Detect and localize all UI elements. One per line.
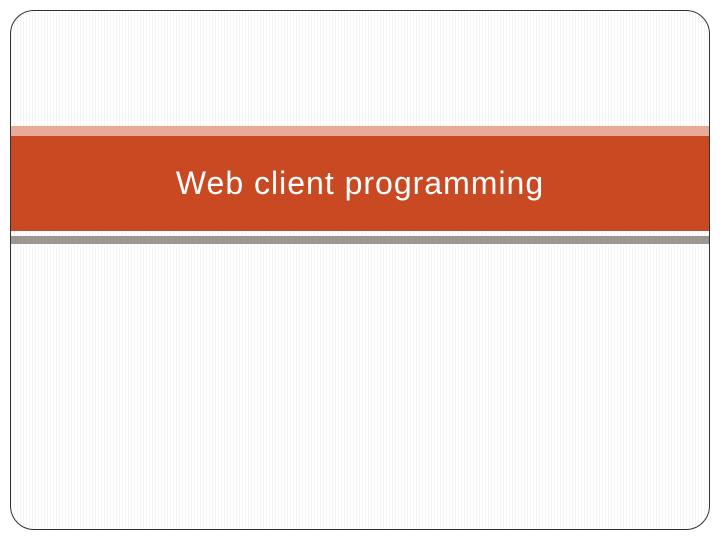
title-band: Web client programming bbox=[11, 136, 709, 231]
bottom-accent-bar bbox=[11, 236, 709, 244]
top-accent-bar bbox=[11, 126, 709, 136]
slide-container: Web client programming bbox=[10, 10, 710, 530]
slide-title: Web client programming bbox=[176, 165, 544, 202]
